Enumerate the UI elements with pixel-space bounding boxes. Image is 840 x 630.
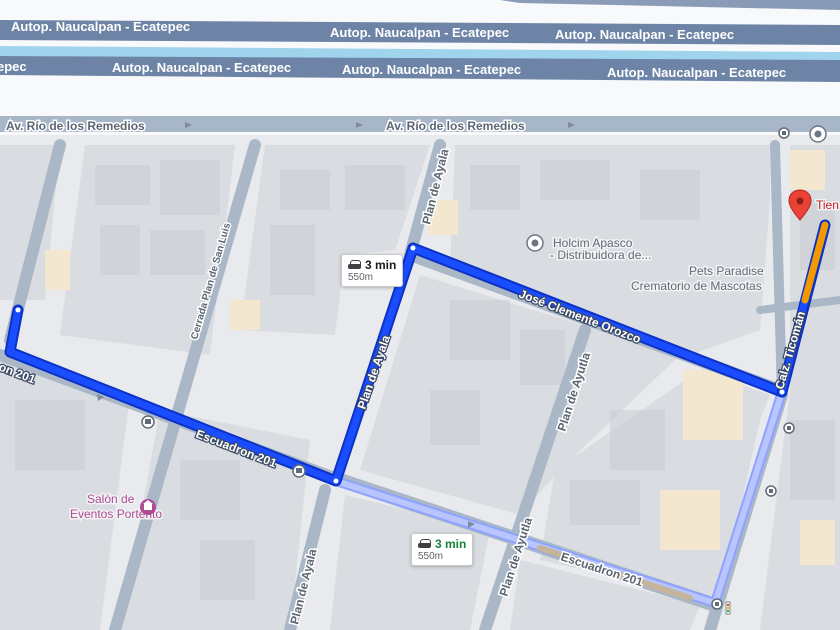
holcim-label-2: - Distribuidora de...: [550, 248, 651, 262]
highway-label-cut: epec: [0, 59, 27, 74]
route-time-bubble-alt[interactable]: 3 min 550m: [411, 533, 474, 566]
bus-stop-icon[interactable]: [292, 464, 306, 478]
highway-label-lower-1: Autop. Naucalpan - Ecatepec: [112, 60, 291, 75]
highway-label-upper-2: Autop. Naucalpan - Ecatepec: [555, 27, 734, 42]
route-main-time: 3 min: [365, 258, 397, 272]
destination-label: Tien: [816, 198, 839, 212]
place-icon[interactable]: [809, 125, 827, 143]
bus-stop-icon[interactable]: [783, 422, 795, 434]
map-view[interactable]: Autop. Naucalpan - Ecatepec Autop. Nauca…: [0, 0, 840, 630]
bus-stop-icon[interactable]: [765, 485, 777, 497]
avenue-label-2: Av. Río de los Remedios: [386, 119, 525, 133]
bus-stop-icon[interactable]: [711, 598, 723, 610]
pets-label-1: Pets Paradise: [689, 264, 764, 278]
bus-stop-icon[interactable]: [778, 127, 790, 139]
place-icon: [526, 234, 544, 252]
route-main-distance: 550m: [348, 272, 374, 283]
bus-stop-icon[interactable]: [141, 415, 155, 429]
highway-label-lower-3: Autop. Naucalpan - Ecatepec: [607, 65, 786, 80]
highway-label-upper-1: Autop. Naucalpan - Ecatepec: [330, 25, 509, 40]
event-venue-icon: [140, 499, 156, 515]
route-alt-time: 3 min: [435, 537, 467, 551]
car-icon: [418, 539, 431, 549]
pets-label-2: Crematorio de Mascotas: [631, 279, 762, 293]
highway-label-left-top: Autop. Naucalpan - Ecatepec: [11, 19, 190, 34]
highway-label-lower-2: Autop. Naucalpan - Ecatepec: [342, 62, 521, 77]
salon-label-1: Salón de: [87, 492, 135, 506]
traffic-signal-icon: [725, 601, 731, 615]
route-alt-distance: 550m: [418, 551, 444, 562]
avenue-label-1: Av. Río de los Remedios: [6, 119, 145, 133]
car-icon: [348, 260, 361, 270]
route-time-bubble-main[interactable]: 3 min 550m: [341, 254, 404, 287]
